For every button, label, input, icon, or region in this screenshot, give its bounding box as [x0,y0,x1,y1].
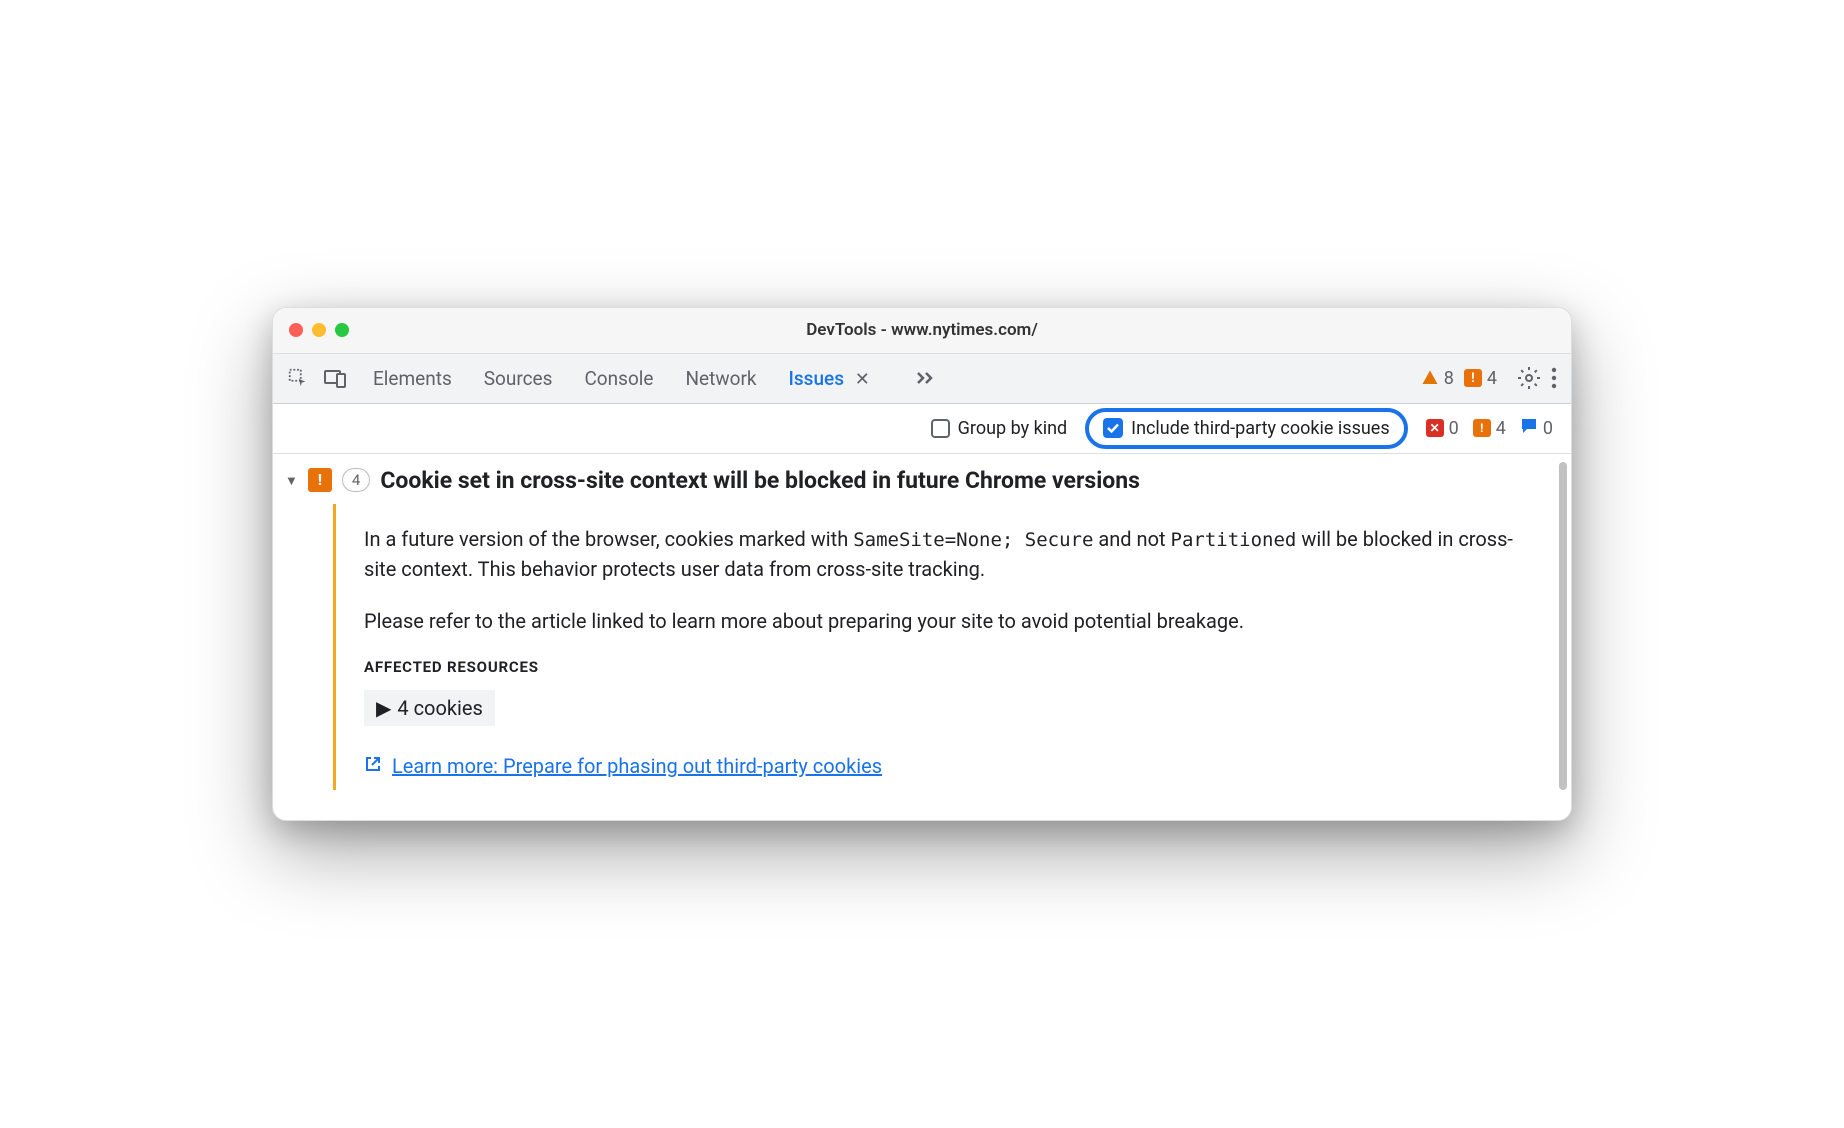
issues-content: ▼ ! 4 Cookie set in cross-site context w… [273,454,1571,820]
issue-kind-counts: ✕ 0 ! 4 0 [1426,417,1553,440]
traffic-lights [289,323,349,337]
issues-count: 4 [1487,368,1497,389]
issue-count-pill: 4 [342,468,370,492]
checkbox-unchecked-icon [931,419,950,438]
tab-issues[interactable]: Issues ✕ [789,367,870,390]
disclosure-right-icon: ▶ [376,696,391,720]
issue-body-pre: In a future version of the browser, cook… [364,527,853,551]
checkbox-checked-icon [1103,418,1123,438]
tab-sources[interactable]: Sources [484,367,553,390]
window-titlebar: DevTools - www.nytimes.com/ [273,308,1571,354]
inspect-element-icon[interactable] [287,367,309,389]
include-third-party-checkbox[interactable]: Include third-party cookie issues [1085,408,1407,449]
issues-badge[interactable]: ! 4 [1464,368,1497,389]
page-errors-count-group[interactable]: ✕ 0 [1426,418,1459,439]
external-link-icon [364,754,382,778]
group-by-kind-label: Group by kind [958,418,1068,439]
issue-square-icon: ! [1464,369,1482,387]
panel-tabs: Elements Sources Console Network Issues … [373,367,936,390]
page-errors-count: 0 [1449,418,1459,439]
improvements-count: 0 [1543,418,1553,439]
more-tabs-icon[interactable] [916,371,936,385]
tab-console[interactable]: Console [584,367,653,390]
tab-network[interactable]: Network [685,367,756,390]
include-third-party-label: Include third-party cookie issues [1131,418,1389,439]
info-chat-icon [1520,417,1538,440]
issue-body-1: In a future version of the browser, cook… [364,524,1531,585]
close-window-button[interactable] [289,323,303,337]
window-title: DevTools - www.nytimes.com/ [289,320,1555,340]
learn-more-label: Learn more: Prepare for phasing out thir… [392,754,882,778]
affected-cookies-toggle[interactable]: ▶ 4 cookies [364,690,495,726]
code-partitioned: Partitioned [1171,529,1297,551]
issue-detail: In a future version of the browser, cook… [333,504,1551,791]
main-toolbar: Elements Sources Console Network Issues … [273,354,1571,404]
issue-header-row[interactable]: ▼ ! 4 Cookie set in cross-site context w… [285,466,1551,496]
tab-elements[interactable]: Elements [373,367,452,390]
tab-issues-label: Issues [789,367,844,390]
issue-body-mid: and not [1093,527,1170,551]
devtools-window: DevTools - www.nytimes.com/ Elements Sou… [272,307,1572,821]
improvements-count-group[interactable]: 0 [1520,417,1553,440]
error-square-icon: ✕ [1426,419,1444,437]
issues-toolbar: Group by kind Include third-party cookie… [273,404,1571,454]
affected-cookies-label: 4 cookies [397,696,482,720]
breaking-changes-count-group[interactable]: ! 4 [1473,418,1506,439]
scrollbar[interactable] [1559,462,1567,790]
disclosure-triangle-icon[interactable]: ▼ [285,473,298,489]
settings-gear-icon[interactable] [1517,366,1541,390]
device-toolbar-icon[interactable] [323,368,347,388]
warnings-count: 8 [1444,368,1454,389]
learn-more-link[interactable]: Learn more: Prepare for phasing out thir… [364,754,882,778]
group-by-kind-checkbox[interactable]: Group by kind [931,418,1068,439]
affected-resources-label: AFFECTED RESOURCES [364,658,1531,676]
breaking-changes-count: 4 [1496,418,1506,439]
close-tab-icon[interactable]: ✕ [855,369,870,390]
warnings-badge[interactable]: 8 [1421,368,1454,389]
minimize-window-button[interactable] [312,323,326,337]
more-menu-icon[interactable] [1551,367,1557,389]
code-samesite: SameSite=None; Secure [853,529,1093,551]
issue-kind-icon: ! [308,468,332,492]
issue-body-2: Please refer to the article linked to le… [364,606,1531,636]
warning-square-icon: ! [1473,419,1491,437]
maximize-window-button[interactable] [335,323,349,337]
issue-title: Cookie set in cross-site context will be… [380,466,1140,496]
